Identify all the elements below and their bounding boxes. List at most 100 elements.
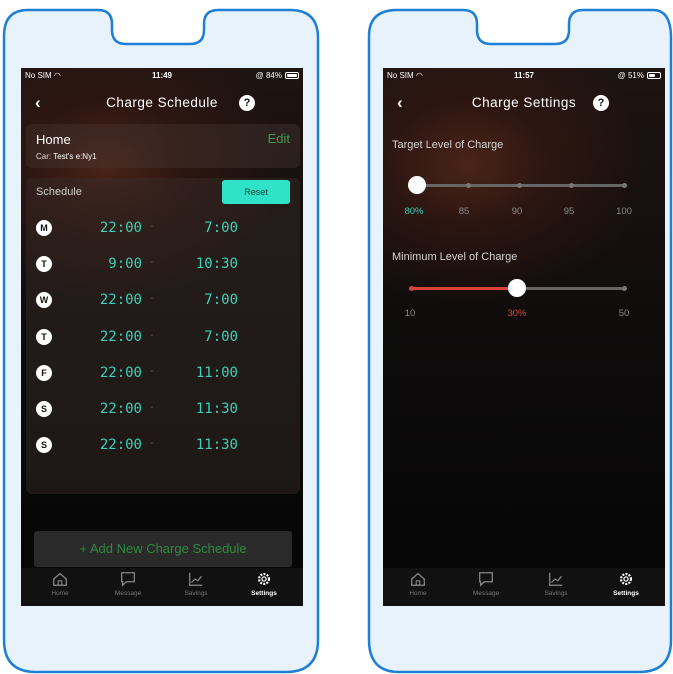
tab-label: Savings: [184, 590, 208, 597]
chart-icon: [549, 572, 563, 586]
time-separator: -: [150, 365, 154, 377]
nav-bar: ‹ Charge Settings ?: [383, 92, 665, 114]
nav-bar: ‹ Charge Schedule ?: [21, 92, 303, 114]
end-time[interactable]: 10:30: [178, 256, 238, 272]
message-icon: [479, 572, 493, 587]
tab-bar: Home Message Savings Settings: [21, 568, 303, 606]
tab-label: Settings: [251, 590, 277, 597]
target-tick-label: 100: [616, 206, 632, 217]
target-slider-stop: [466, 183, 471, 188]
day-badge: F: [36, 365, 52, 381]
battery-indicator: @ 51%: [618, 71, 661, 80]
reset-button[interactable]: Reset: [222, 180, 290, 204]
schedule-row-thursday: T 22:00 - 7:00: [26, 327, 300, 351]
charge-schedule-screen: No SIM ◠ 11:49 @ 84% ‹ Charge Schedule ?…: [21, 68, 303, 606]
tab-savings[interactable]: Savings: [166, 570, 226, 597]
edit-button[interactable]: Edit: [268, 131, 290, 146]
tab-label: Message: [472, 590, 500, 597]
target-level-label: Target Level of Charge: [392, 139, 504, 151]
end-time[interactable]: 7:00: [178, 292, 238, 308]
page-title: Charge Schedule: [106, 95, 218, 110]
battery-icon: [647, 72, 661, 79]
tab-label: Savings: [544, 590, 568, 597]
status-bar: No SIM ◠ 11:49 @ 84%: [21, 71, 303, 83]
minimum-slider-fill: [409, 287, 517, 290]
time-separator: -: [150, 220, 154, 232]
start-time[interactable]: 22:00: [86, 401, 142, 417]
tab-label: Home: [409, 590, 427, 597]
car-name: Test's e:Ny1: [53, 152, 97, 161]
day-badge: M: [36, 220, 52, 236]
target-tick-label: 80%: [404, 206, 424, 217]
help-icon[interactable]: ?: [593, 95, 609, 111]
minimum-slider-thumb[interactable]: [508, 279, 526, 297]
day-badge: S: [36, 401, 52, 417]
tab-home[interactable]: Home: [30, 570, 90, 597]
minimum-level-label: Minimum Level of Charge: [392, 251, 518, 263]
message-icon: [121, 572, 135, 587]
time-separator: -: [150, 256, 154, 268]
home-icon: [411, 572, 425, 586]
add-charge-schedule-button[interactable]: + Add New Charge Schedule: [34, 531, 292, 567]
tab-settings[interactable]: Settings: [596, 570, 656, 597]
schedule-row-wednesday: W 22:00 - 7:00: [26, 290, 300, 314]
end-time[interactable]: 11:30: [178, 437, 238, 453]
time-separator: -: [150, 437, 154, 449]
tab-home[interactable]: Home: [388, 570, 448, 597]
end-time[interactable]: 11:30: [178, 401, 238, 417]
gear-icon: [257, 572, 271, 586]
day-badge: T: [36, 329, 52, 345]
start-time[interactable]: 22:00: [86, 437, 142, 453]
tab-message[interactable]: Message: [98, 570, 158, 597]
schedule-row-tuesday: T 9:00 - 10:30: [26, 254, 300, 278]
time-separator: -: [150, 292, 154, 304]
schedule-row-friday: F 22:00 - 11:00: [26, 363, 300, 387]
schedule-row-monday: M 22:00 - 7:00: [26, 218, 300, 242]
charge-settings-screen: No SIM ◠ 11:57 @ 51% ‹ Charge Settings ?…: [383, 68, 665, 606]
end-time[interactable]: 11:00: [178, 365, 238, 381]
target-tick-label: 85: [458, 206, 470, 217]
minimum-tick-label: 30%: [507, 308, 527, 319]
schedule-label: Schedule: [36, 186, 82, 198]
start-time[interactable]: 22:00: [86, 365, 142, 381]
minimum-slider-stop: [622, 286, 627, 291]
schedule-card: Schedule Reset M 22:00 - 7:00 T 9:00 - 1…: [26, 178, 300, 494]
minimum-slider-stop: [409, 286, 414, 291]
chart-icon: [189, 572, 203, 586]
tab-settings[interactable]: Settings: [234, 570, 294, 597]
start-time[interactable]: 22:00: [86, 220, 142, 236]
schedule-row-saturday: S 22:00 - 11:30: [26, 399, 300, 423]
target-tick-label: 90: [511, 206, 523, 217]
target-slider-thumb[interactable]: [408, 176, 426, 194]
battery-indicator: @ 84%: [256, 71, 299, 80]
minimum-tick-label: 10: [404, 308, 416, 319]
home-icon: [53, 572, 67, 586]
start-time[interactable]: 22:00: [86, 292, 142, 308]
tab-message[interactable]: Message: [456, 570, 516, 597]
location-name: Home: [36, 132, 71, 147]
time-separator: -: [150, 329, 154, 341]
tab-label: Settings: [613, 590, 639, 597]
tab-savings[interactable]: Savings: [526, 570, 586, 597]
target-slider-stop: [517, 183, 522, 188]
end-time[interactable]: 7:00: [178, 220, 238, 236]
page-title: Charge Settings: [471, 95, 577, 110]
battery-percent: @ 51%: [617, 71, 644, 80]
car-line: Car: Test's e:Ny1: [36, 152, 97, 161]
location-card: Home Edit Car: Test's e:Ny1: [26, 124, 300, 168]
gear-icon: [619, 572, 633, 586]
tab-bar: Home Message Savings Settings: [383, 568, 665, 606]
tab-label: Message: [114, 590, 142, 597]
end-time[interactable]: 7:00: [178, 329, 238, 345]
status-bar: No SIM ◠ 11:57 @ 51%: [383, 71, 665, 83]
help-icon[interactable]: ?: [239, 95, 255, 111]
battery-icon: [285, 72, 299, 79]
tab-label: Home: [51, 590, 69, 597]
start-time[interactable]: 9:00: [86, 256, 142, 272]
day-badge: S: [36, 437, 52, 453]
target-slider-stop: [622, 183, 627, 188]
day-badge: W: [36, 292, 52, 308]
target-slider-stop: [569, 183, 574, 188]
start-time[interactable]: 22:00: [86, 329, 142, 345]
schedule-row-sunday: S 22:00 - 11:30: [26, 435, 300, 459]
